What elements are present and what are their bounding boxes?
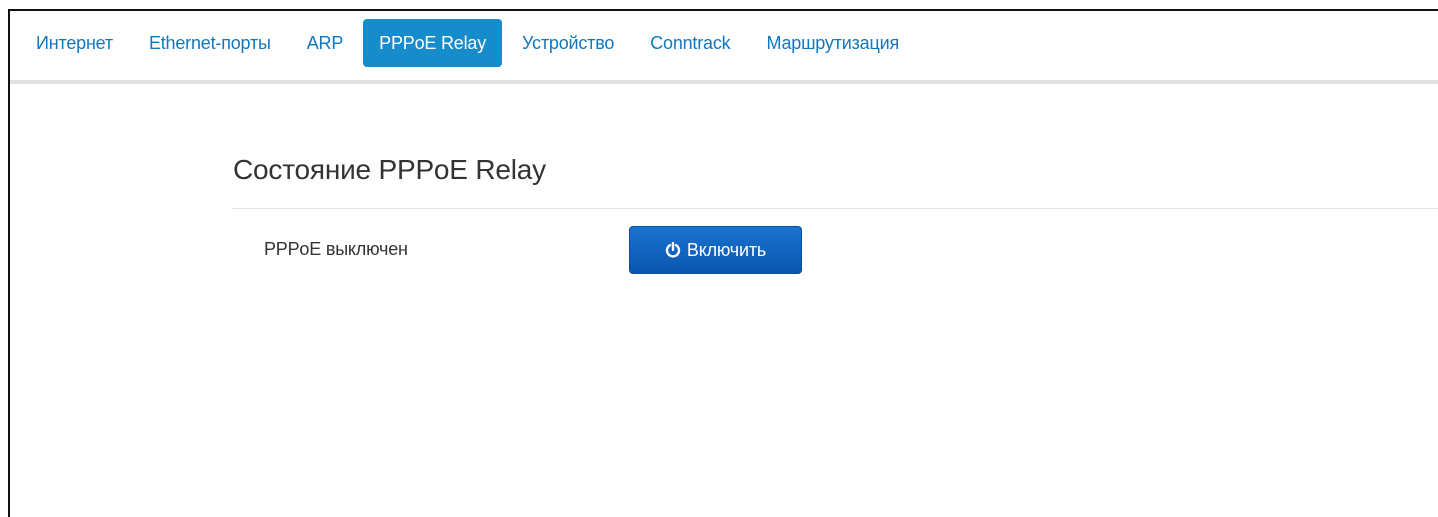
enable-button[interactable]: Включить	[629, 226, 802, 274]
tab-pppoe-relay[interactable]: PPPoE Relay	[363, 19, 503, 67]
pppoe-status-row: PPPoE выключен Включить	[232, 225, 1438, 277]
tab-routing[interactable]: Маршрутизация	[750, 20, 915, 66]
enable-button-label: Включить	[686, 239, 767, 260]
tab-conntrack[interactable]: Conntrack	[634, 20, 746, 66]
app-frame: Интернет Ethernet-порты ARP PPPoE Relay …	[8, 9, 1438, 517]
pppoe-status-label: PPPoE выключен	[264, 239, 408, 259]
power-icon	[665, 242, 681, 258]
title-divider	[232, 208, 1438, 209]
tab-device[interactable]: Устройство	[506, 20, 630, 66]
tabs-divider	[10, 80, 1438, 84]
tab-internet[interactable]: Интернет	[20, 20, 129, 66]
tab-arp[interactable]: ARP	[291, 20, 359, 66]
tab-ethernet-ports[interactable]: Ethernet-порты	[133, 20, 287, 66]
tab-bar: Интернет Ethernet-порты ARP PPPoE Relay …	[20, 18, 1438, 68]
page-title: Состояние PPPoE Relay	[233, 154, 546, 185]
